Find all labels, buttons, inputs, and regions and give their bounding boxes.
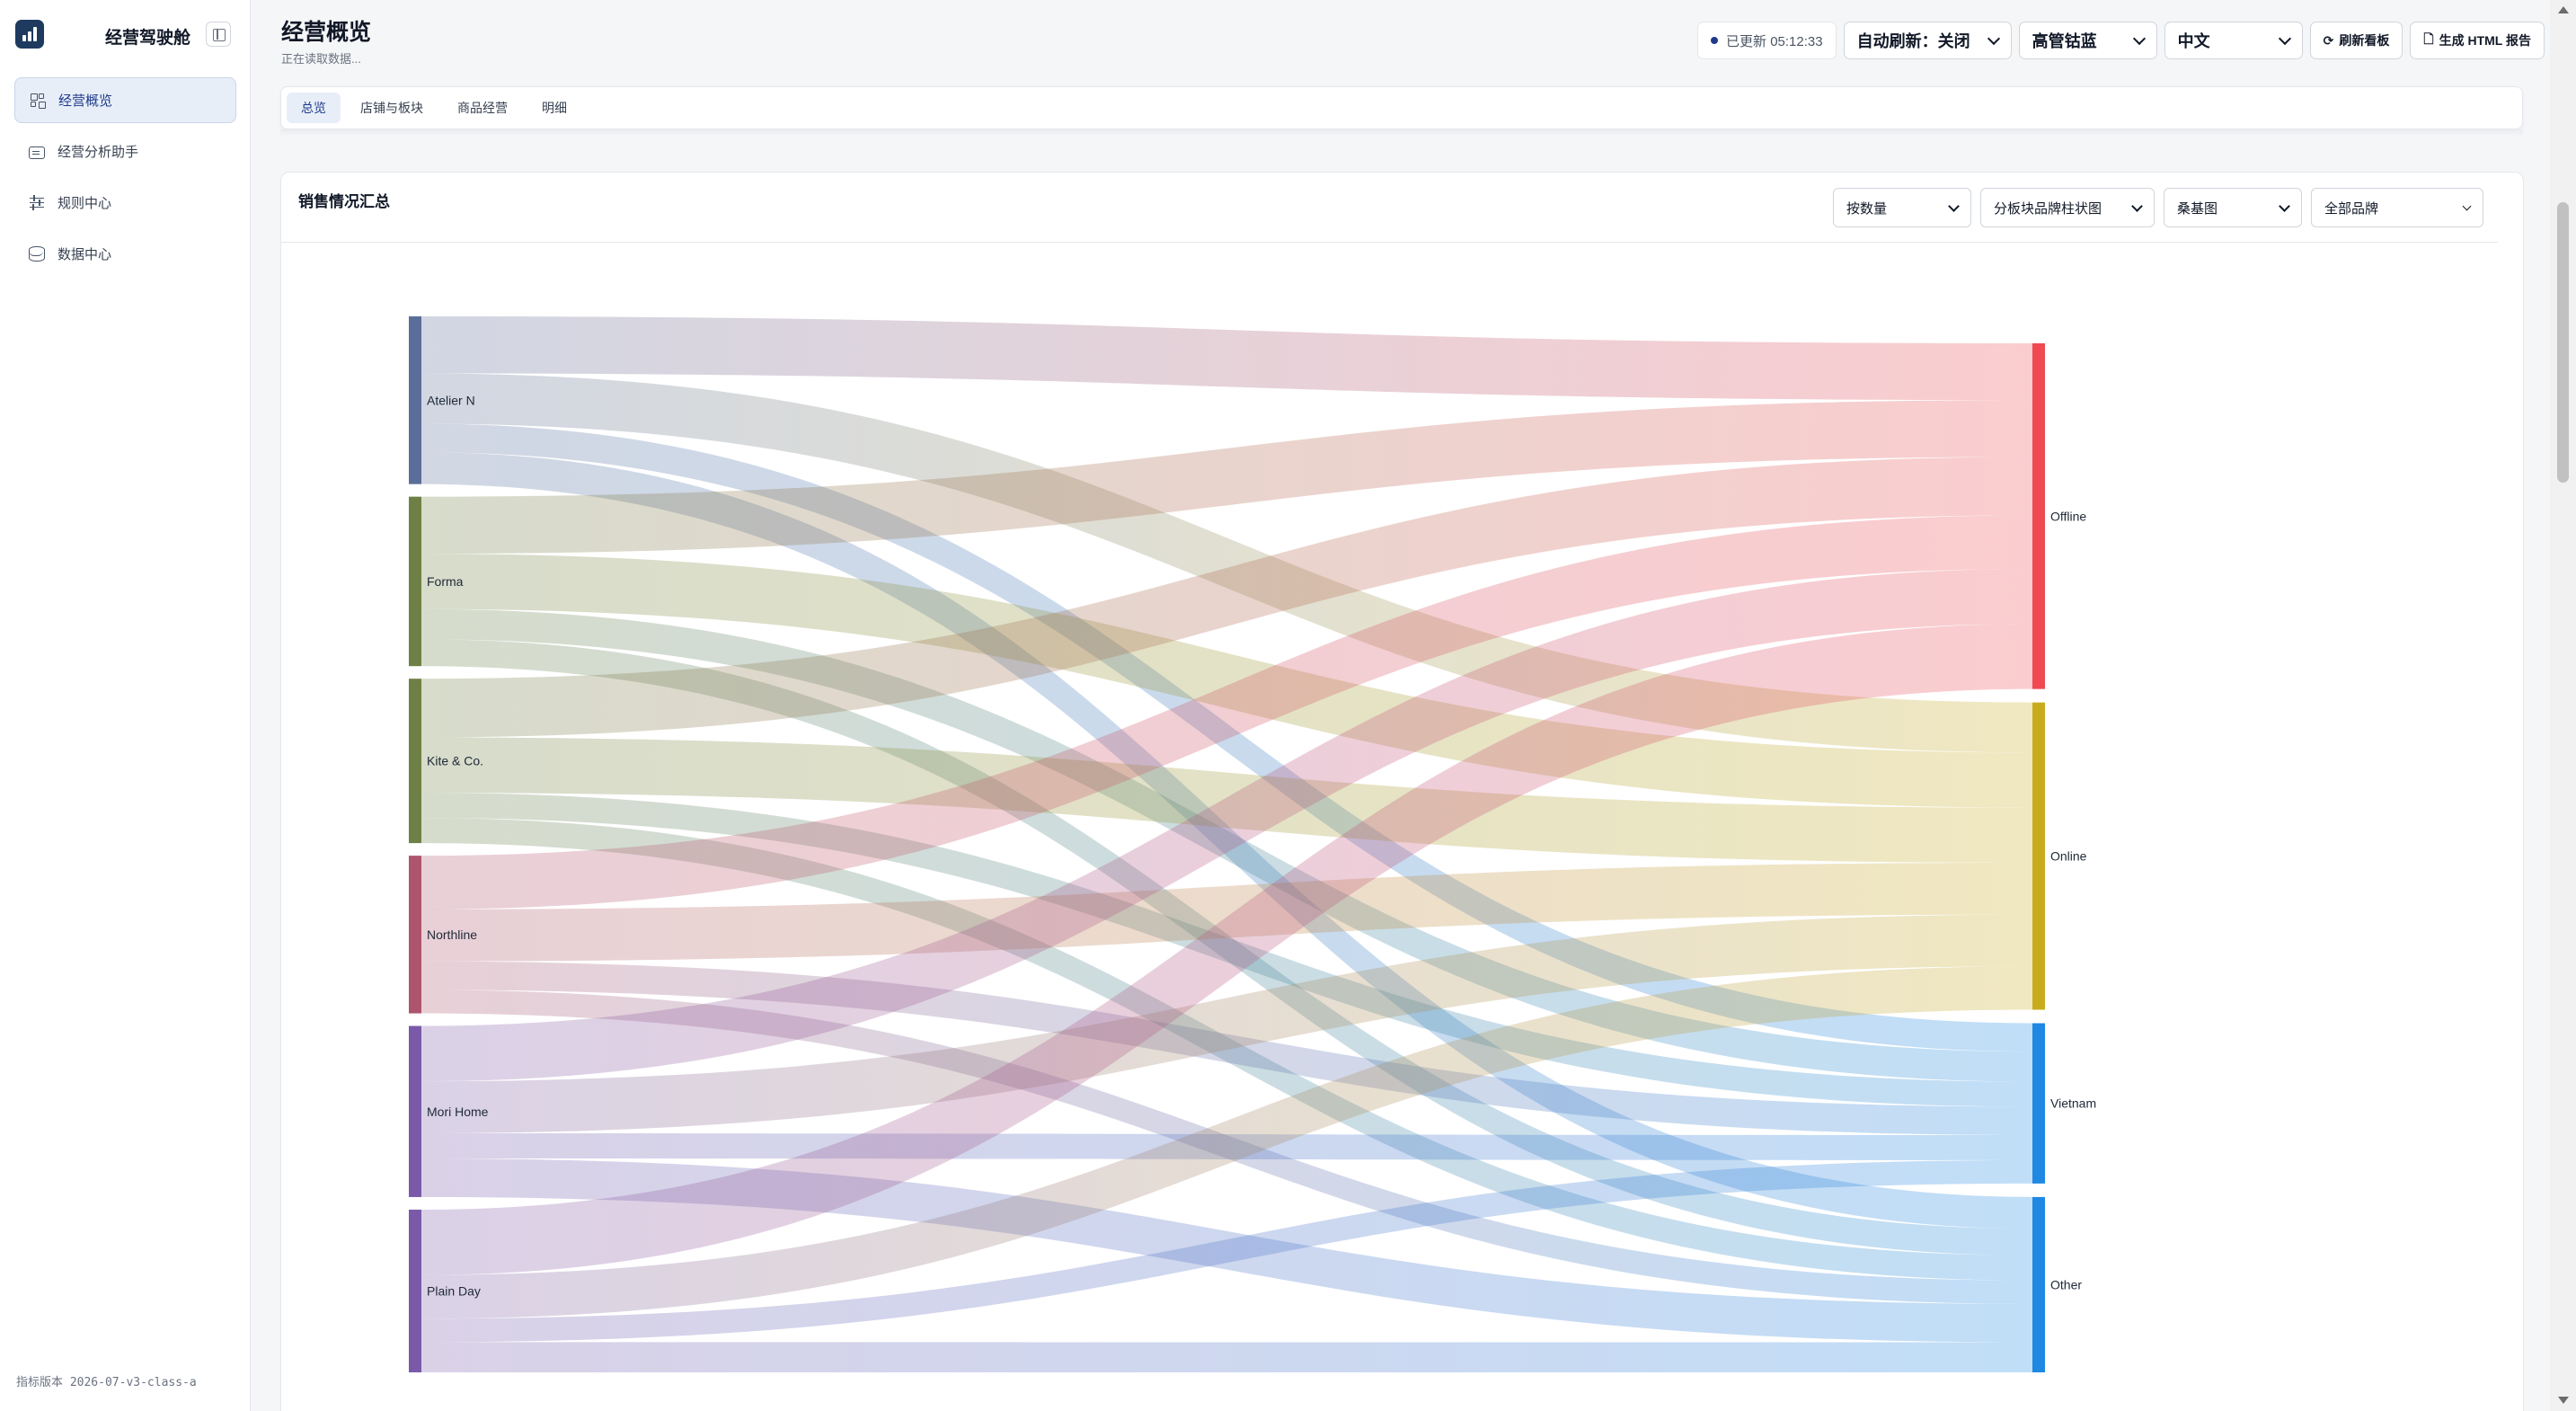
sankey-link[interactable] bbox=[421, 1342, 2032, 1372]
sankey-source-node[interactable] bbox=[409, 1209, 421, 1372]
status-dot-icon bbox=[1711, 37, 1719, 44]
scroll-up-icon[interactable] bbox=[2558, 6, 2569, 13]
sankey-target-label: Offline bbox=[2050, 509, 2086, 523]
sidebar-collapse-icon[interactable] bbox=[206, 22, 231, 47]
sidebar-item-overview[interactable]: 经营概览 bbox=[14, 77, 236, 123]
sidebar-item-label: 数据中心 bbox=[58, 247, 112, 262]
brand: 经营驾驶舱 bbox=[15, 20, 235, 52]
scroll-down-icon[interactable] bbox=[2558, 1397, 2569, 1404]
sankey-chart: Atelier N Forma Kite & Co. Northline Mori Ho… bbox=[409, 316, 2096, 1372]
sankey-target-node[interactable] bbox=[2032, 702, 2045, 1010]
refresh-icon: ⟳ bbox=[2323, 32, 2334, 48]
sankey-source-label: Plain Day bbox=[427, 1283, 481, 1298]
sankey-target-node[interactable] bbox=[2032, 1023, 2045, 1184]
chevron-down-icon bbox=[2278, 31, 2291, 45]
sankey-source-label: Atelier N bbox=[427, 393, 475, 407]
updated-time: 已更新 05:12:33 bbox=[1726, 33, 1823, 49]
sankey-source-label: Mori Home bbox=[427, 1105, 489, 1119]
theme-value: 高管钴蓝 bbox=[2032, 32, 2097, 50]
bar-chart-logo-icon bbox=[15, 20, 44, 49]
tab-details[interactable]: 明细 bbox=[527, 93, 581, 123]
report-button[interactable]: 🗋 生成 HTML 报告 bbox=[2410, 22, 2545, 59]
tab-overview[interactable]: 总览 bbox=[287, 93, 341, 123]
auto-refresh-select[interactable]: 自动刷新：关闭 bbox=[1843, 22, 2012, 59]
sankey-target-label: Other bbox=[2050, 1277, 2082, 1291]
language-select[interactable]: 中文 bbox=[2164, 22, 2303, 59]
header-actions: 已更新 05:12:33 自动刷新：关闭 高管钴蓝 中文 ⟳ 刷新看板 🗋 生成… bbox=[1697, 22, 2545, 59]
sliders-icon bbox=[29, 194, 45, 211]
page-scrollbar[interactable] bbox=[2550, 0, 2576, 1411]
sankey-target-node[interactable] bbox=[2032, 343, 2045, 689]
sankey-source-node[interactable] bbox=[409, 856, 421, 1014]
brand-title: 经营驾驶舱 bbox=[105, 29, 191, 48]
chevron-down-icon bbox=[1987, 31, 2000, 45]
tab-bar: 总览 店铺与板块 商品经营 明细 bbox=[280, 86, 2523, 129]
tab-products[interactable]: 商品经营 bbox=[443, 93, 522, 123]
sidebar-item-rules[interactable]: 规则中心 bbox=[14, 180, 236, 226]
language-value: 中文 bbox=[2177, 32, 2210, 50]
sankey-target-node[interactable] bbox=[2032, 1196, 2045, 1372]
chevron-down-icon bbox=[2132, 31, 2146, 45]
update-status: 已更新 05:12:33 bbox=[1697, 22, 1837, 59]
sidebar-nav: 经营概览 经营分析助手 规则中心 数据中心 bbox=[14, 77, 236, 282]
refresh-button[interactable]: ⟳ 刷新看板 bbox=[2309, 22, 2403, 59]
sales-summary-card: 销售情况汇总 按数量 分板块品牌柱状图 桑基图 全部品牌 Atelier N Fo… bbox=[280, 172, 2524, 1411]
document-icon: 🗋 bbox=[2423, 31, 2434, 46]
sankey-source-label: Forma bbox=[427, 574, 464, 589]
tab-stores[interactable]: 店铺与板块 bbox=[346, 93, 438, 123]
sankey-source-label: Northline bbox=[427, 927, 477, 942]
chat-icon bbox=[29, 146, 45, 159]
auto-refresh-value: 自动刷新：关闭 bbox=[1856, 32, 1970, 50]
sankey-links bbox=[421, 316, 2032, 1372]
page-title: 经营概览 bbox=[281, 20, 372, 45]
sidebar-item-label: 规则中心 bbox=[58, 196, 112, 211]
sankey-target-label: Online bbox=[2050, 849, 2087, 864]
sidebar-item-label: 经营分析助手 bbox=[58, 145, 139, 160]
sankey-source-node[interactable] bbox=[409, 1025, 421, 1197]
tab-bar-shadow bbox=[280, 129, 2523, 137]
sankey-source-node[interactable] bbox=[409, 679, 421, 844]
scroll-thumb[interactable] bbox=[2557, 202, 2569, 483]
page-header: 经营概览 正在读取数据... 已更新 05:12:33 自动刷新：关闭 高管钴蓝… bbox=[251, 0, 2550, 79]
sidebar-item-data[interactable]: 数据中心 bbox=[14, 231, 236, 277]
sankey-source-label: Kite & Co. bbox=[427, 754, 483, 768]
dashboard-grid-icon bbox=[30, 93, 46, 109]
sankey-source-node[interactable] bbox=[409, 496, 421, 667]
sankey-target-label: Vietnam bbox=[2050, 1096, 2096, 1111]
sankey-source-node[interactable] bbox=[409, 316, 421, 484]
theme-select[interactable]: 高管钴蓝 bbox=[2018, 22, 2157, 59]
report-button-label: 生成 HTML 报告 bbox=[2439, 33, 2531, 48]
refresh-button-label: 刷新看板 bbox=[2339, 33, 2390, 48]
sidebar-item-label: 经营概览 bbox=[58, 93, 113, 109]
page-subtitle: 正在读取数据... bbox=[281, 52, 361, 66]
database-icon bbox=[29, 246, 45, 262]
sidebar: 经营驾驶舱 经营概览 经营分析助手 规则中心 数据中心 指标版本 2026-07… bbox=[0, 0, 251, 1411]
metric-version: 指标版本 2026-07-v3-class-a bbox=[16, 1376, 197, 1389]
sidebar-item-assistant[interactable]: 经营分析助手 bbox=[14, 129, 236, 174]
